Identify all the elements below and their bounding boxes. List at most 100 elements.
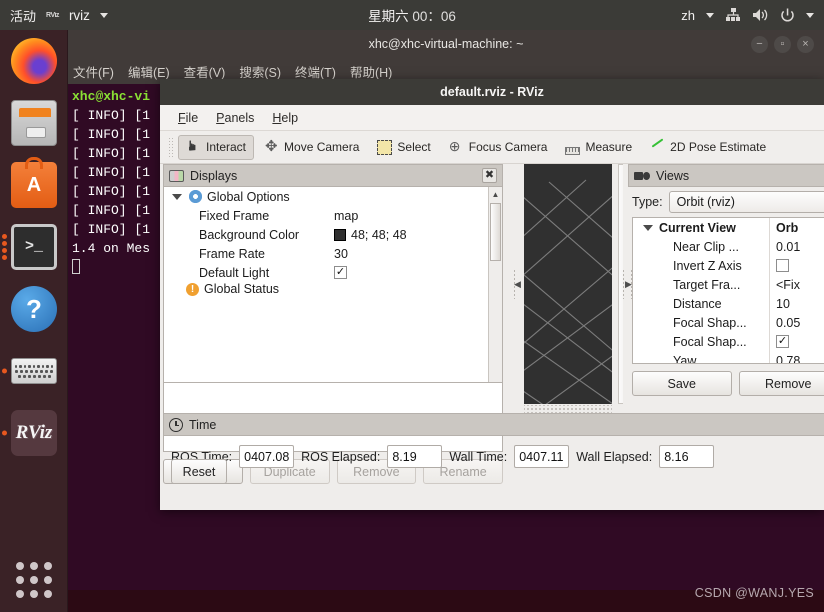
dock-item-ubuntu-software[interactable]: A	[0, 154, 68, 216]
terminal-menu-edit[interactable]: 编辑(E)	[128, 62, 170, 81]
activities-button[interactable]: 活动	[10, 6, 36, 25]
keyboard-icon	[11, 358, 57, 384]
toolbar-grip[interactable]	[168, 137, 173, 157]
reset-button[interactable]: Reset	[171, 459, 227, 484]
distance-value[interactable]: 10	[769, 294, 824, 313]
network-icon[interactable]	[725, 8, 741, 22]
menu-panels[interactable]: Panels	[210, 109, 260, 127]
near-clip-value[interactable]: 0.01	[769, 237, 824, 256]
menu-file[interactable]: FFileile	[172, 109, 204, 127]
dock-item-files[interactable]	[0, 92, 68, 154]
views-splitter-grip[interactable]	[622, 269, 625, 299]
ros-elapsed-input[interactable]: 8.19	[387, 445, 443, 468]
splitter-left[interactable]: ◀	[512, 164, 523, 404]
yaw-value[interactable]: 0.78	[769, 351, 824, 363]
invert-z-axis-value[interactable]	[769, 256, 824, 275]
view-row-distance[interactable]: Distance 10	[633, 294, 824, 313]
dock-item-terminal[interactable]: >_	[0, 216, 68, 278]
display-row-default-light[interactable]: Default Light ✓	[164, 263, 502, 282]
system-menu-chevron-down-icon[interactable]	[806, 12, 814, 18]
default-light-value-cell[interactable]: ✓	[334, 266, 502, 279]
focal-shape-size-value[interactable]: 0.05	[769, 313, 824, 332]
tool-focus-camera[interactable]: Focus Camera	[441, 135, 556, 160]
display-row-background-color[interactable]: Background Color 48; 48; 48	[164, 225, 502, 244]
displays-scrollbar[interactable]: ▲ ▼	[488, 187, 502, 398]
dock-item-help[interactable]: ?	[0, 278, 68, 340]
dock-item-rviz[interactable]: RViz	[0, 402, 68, 464]
rviz-icon: RViz	[11, 410, 57, 456]
tool-measure[interactable]: Measure	[557, 135, 640, 159]
power-icon[interactable]	[780, 8, 795, 23]
background-color-value-cell[interactable]: 48; 48; 48	[334, 228, 502, 242]
terminal-menu-view[interactable]: 查看(V)	[184, 62, 226, 81]
displays-panel-titlebar: Displays ✖	[163, 164, 503, 187]
viewport-area: ◀ ▶	[512, 164, 634, 413]
invert-z-axis-checkbox[interactable]	[776, 259, 789, 272]
fixed-frame-value[interactable]: map	[334, 209, 502, 223]
ros-time-input[interactable]: 0407.08	[239, 445, 295, 468]
current-view-name-cell: Current View	[633, 221, 769, 235]
displays-close-icon[interactable]: ✖	[482, 168, 497, 183]
tool-measure-label: Measure	[585, 140, 633, 154]
frame-rate-value[interactable]: 30	[334, 247, 502, 261]
terminal-menu-terminal[interactable]: 终端(T)	[295, 62, 336, 81]
display-row-global-status[interactable]: ! Global Status	[164, 282, 502, 296]
view-row-focal-shape-fixed[interactable]: Focal Shap... ✓	[633, 332, 824, 351]
target-frame-value[interactable]: <Fix	[769, 275, 824, 294]
wall-elapsed-input[interactable]: 8.16	[659, 445, 715, 468]
terminal-line: [ INFO] [1	[72, 222, 151, 237]
remove-view-button[interactable]: Remove	[738, 371, 824, 396]
move-camera-icon	[264, 137, 279, 155]
dock-item-firefox[interactable]	[0, 30, 68, 92]
3d-viewport[interactable]	[524, 164, 612, 404]
app-menu-chevron-down-icon[interactable]	[99, 12, 108, 18]
terminal-titlebar[interactable]: xhc@xhc-virtual-machine: ~ − ▫ ×	[68, 30, 824, 58]
scrollbar-thumb[interactable]	[490, 203, 501, 261]
display-row-frame-rate[interactable]: Frame Rate 30	[164, 244, 502, 263]
menu-help[interactable]: Help	[266, 109, 304, 127]
display-row-global-options[interactable]: Global Options	[164, 187, 502, 206]
save-view-button[interactable]: Save	[632, 371, 732, 396]
volume-icon[interactable]	[752, 8, 769, 22]
displays-tree[interactable]: Global Options Fixed Frame map Backgroun…	[163, 187, 503, 399]
views-type-dropdown[interactable]: Orbit (rviz)	[668, 191, 824, 213]
views-expand-twisty-icon[interactable]	[643, 224, 653, 231]
terminal-prompt-line: xhc@xhc-vi	[72, 89, 151, 104]
terminal-menu-search[interactable]: 搜索(S)	[239, 62, 281, 81]
language-chevron-down-icon[interactable]	[706, 12, 714, 18]
focal-shape-fixed-value[interactable]: ✓	[769, 332, 824, 351]
scroll-up-icon[interactable]: ▲	[489, 187, 502, 201]
view-row-focal-shape-size[interactable]: Focal Shap... 0.05	[633, 313, 824, 332]
tool-2d-pose-estimate-label: 2D Pose Estimate	[670, 140, 767, 154]
view-row-current-view[interactable]: Current View Orb	[633, 218, 824, 237]
show-applications-button[interactable]	[0, 562, 68, 598]
tool-interact[interactable]: Interact	[178, 134, 255, 160]
input-language-indicator[interactable]: zh	[681, 8, 695, 23]
default-light-checkbox[interactable]: ✓	[334, 266, 347, 279]
time-panel-title: Time	[189, 417, 217, 432]
dock-item-keyboard[interactable]	[0, 340, 68, 402]
rviz-titlebar[interactable]: default.rviz - RViz	[160, 79, 824, 105]
top-bar-right: zh	[681, 8, 824, 23]
views-tree[interactable]: Current View Orb Near Clip ... 0.01 Inve…	[632, 217, 824, 364]
app-menu-name[interactable]: rviz	[69, 8, 90, 23]
maximize-button[interactable]: ▫	[774, 35, 791, 53]
view-row-target-frame[interactable]: Target Fra... <Fix	[633, 275, 824, 294]
tool-select[interactable]: Select	[369, 135, 438, 160]
terminal-glyph: >_	[24, 237, 43, 255]
terminal-menu-file[interactable]: 文件(F)	[73, 62, 114, 81]
view-row-invert-z-axis[interactable]: Invert Z Axis	[633, 256, 824, 275]
viewport-bottom-grip[interactable]	[524, 405, 612, 413]
expand-twisty-icon[interactable]	[172, 193, 182, 200]
view-row-near-clip[interactable]: Near Clip ... 0.01	[633, 237, 824, 256]
focal-shape-fixed-checkbox[interactable]: ✓	[776, 335, 789, 348]
tool-2d-pose-estimate[interactable]: 2D Pose Estimate	[642, 135, 774, 160]
close-button[interactable]: ×	[797, 35, 814, 53]
minimize-button[interactable]: −	[751, 35, 768, 53]
wall-time-input[interactable]: 0407.11	[514, 445, 570, 468]
view-row-yaw[interactable]: Yaw 0.78	[633, 351, 824, 363]
terminal-menu-help[interactable]: 帮助(H)	[350, 62, 392, 81]
display-row-fixed-frame[interactable]: Fixed Frame map	[164, 206, 502, 225]
tool-move-camera[interactable]: Move Camera	[256, 135, 367, 160]
screen: 活动 RViz rviz 星期六 00：06 zh A >_ ? RViz xh…	[0, 0, 824, 612]
